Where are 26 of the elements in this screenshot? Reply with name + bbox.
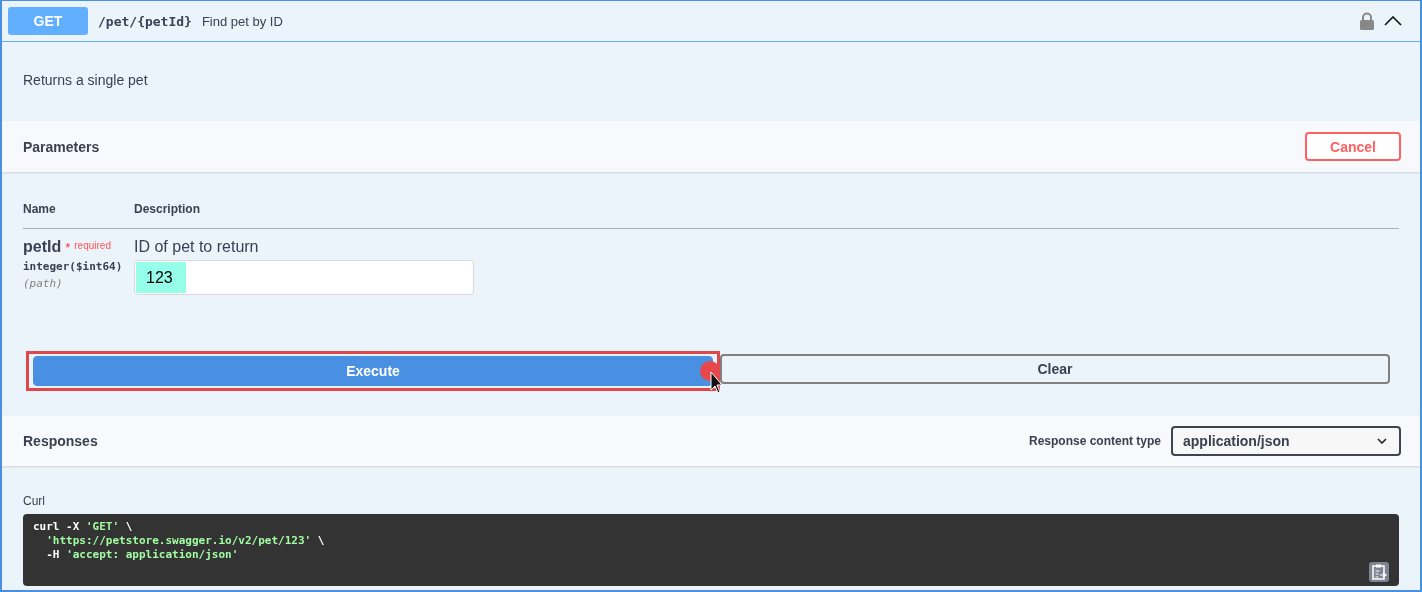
content-type-select[interactable]: application/json xyxy=(1171,426,1401,456)
endpoint-summary: Find pet by ID xyxy=(201,13,283,29)
operation-description: Returns a single pet xyxy=(22,71,149,90)
parameter-description: ID of pet to return xyxy=(134,238,260,256)
chevron-down-icon xyxy=(1377,438,1387,444)
parameter-type: integer($int64) xyxy=(23,260,124,273)
code-line: -H 'accept: application/json' xyxy=(45,548,239,562)
parameter-name: petId xyxy=(23,238,62,256)
lock-icon[interactable] xyxy=(1360,12,1374,30)
code-line: curl -X 'GET' \ xyxy=(33,520,133,534)
method-badge: GET xyxy=(8,7,88,35)
section-title: Parameters xyxy=(23,138,100,155)
input-field[interactable]: 123 xyxy=(134,260,474,295)
copy-icon[interactable] xyxy=(1369,562,1389,582)
endpoint-path: /pet/{petId} xyxy=(98,13,192,29)
curl-label: Curl xyxy=(23,494,46,508)
clear-button[interactable]: Clear xyxy=(720,354,1390,384)
parameter-location: (path) xyxy=(23,277,64,290)
required-mark: * xyxy=(65,240,71,255)
column-header: Name xyxy=(23,202,57,216)
required-label: required xyxy=(74,240,111,251)
section-title: Responses xyxy=(23,433,98,449)
column-header: Description xyxy=(134,202,200,216)
collapse-icon[interactable] xyxy=(1384,16,1402,26)
content-type-label: Response content type xyxy=(1028,434,1161,448)
code-line: 'https://petstore.swagger.io/v2/pet/123' \ xyxy=(45,534,325,548)
